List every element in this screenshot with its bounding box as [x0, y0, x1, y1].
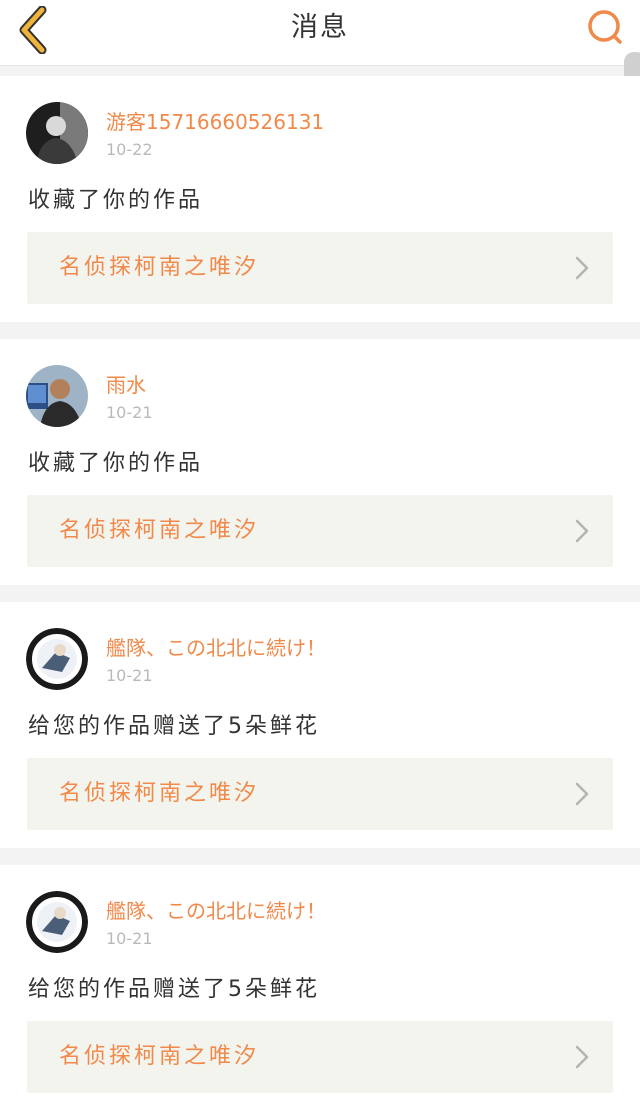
message-text: 给您的作品赠送了5朵鲜花	[28, 977, 320, 1002]
message-text: 给您的作品赠送了5朵鲜花	[28, 714, 320, 739]
chevron-right-icon	[575, 782, 589, 806]
work-title: 名侦探柯南之唯汐	[59, 255, 260, 280]
avatar-image	[26, 102, 88, 164]
avatar[interactable]	[26, 628, 88, 690]
work-link[interactable]: 名侦探柯南之唯汐	[27, 495, 613, 567]
message-time: 10-21	[106, 403, 153, 422]
message-card: 艦隊、この北北に続け！ 10-21 给您的作品赠送了5朵鲜花 名侦探柯南之唯汐	[0, 602, 640, 848]
chevron-right-icon	[575, 256, 589, 280]
message-time: 10-21	[106, 929, 153, 948]
search-icon	[588, 10, 622, 44]
message-text: 收藏了你的作品	[28, 188, 204, 213]
message-time: 10-21	[106, 666, 153, 685]
username-link[interactable]: 艦隊、この北北に続け！	[106, 632, 326, 661]
search-button[interactable]	[582, 6, 630, 48]
message-card: 雨水 10-21 收藏了你的作品 名侦探柯南之唯汐	[0, 339, 640, 585]
top-bar: 消息	[0, 0, 640, 66]
avatar-image	[26, 891, 88, 953]
work-link[interactable]: 名侦探柯南之唯汐	[27, 758, 613, 830]
page-title: 消息	[291, 12, 349, 43]
work-title: 名侦探柯南之唯汐	[59, 1044, 260, 1069]
chevron-right-icon	[575, 1045, 589, 1069]
message-card: 游客15716660526131 10-22 收藏了你的作品 名侦探柯南之唯汐	[0, 76, 640, 322]
avatar-image	[26, 365, 88, 427]
username-link[interactable]: 雨水	[106, 369, 146, 398]
username-link[interactable]: 艦隊、この北北に続け！	[106, 895, 326, 924]
work-title: 名侦探柯南之唯汐	[59, 781, 260, 806]
avatar-image	[26, 628, 88, 690]
work-link[interactable]: 名侦探柯南之唯汐	[27, 232, 613, 304]
work-title: 名侦探柯南之唯汐	[59, 518, 260, 543]
avatar[interactable]	[26, 102, 88, 164]
work-link[interactable]: 名侦探柯南之唯汐	[27, 1021, 613, 1093]
message-time: 10-22	[106, 140, 153, 159]
username-link[interactable]: 游客15716660526131	[106, 106, 324, 135]
message-card: 艦隊、この北北に続け！ 10-21 给您的作品赠送了5朵鲜花 名侦探柯南之唯汐	[0, 865, 640, 1111]
avatar[interactable]	[26, 365, 88, 427]
avatar[interactable]	[26, 891, 88, 953]
chevron-right-icon	[575, 519, 589, 543]
message-text: 收藏了你的作品	[28, 451, 204, 476]
